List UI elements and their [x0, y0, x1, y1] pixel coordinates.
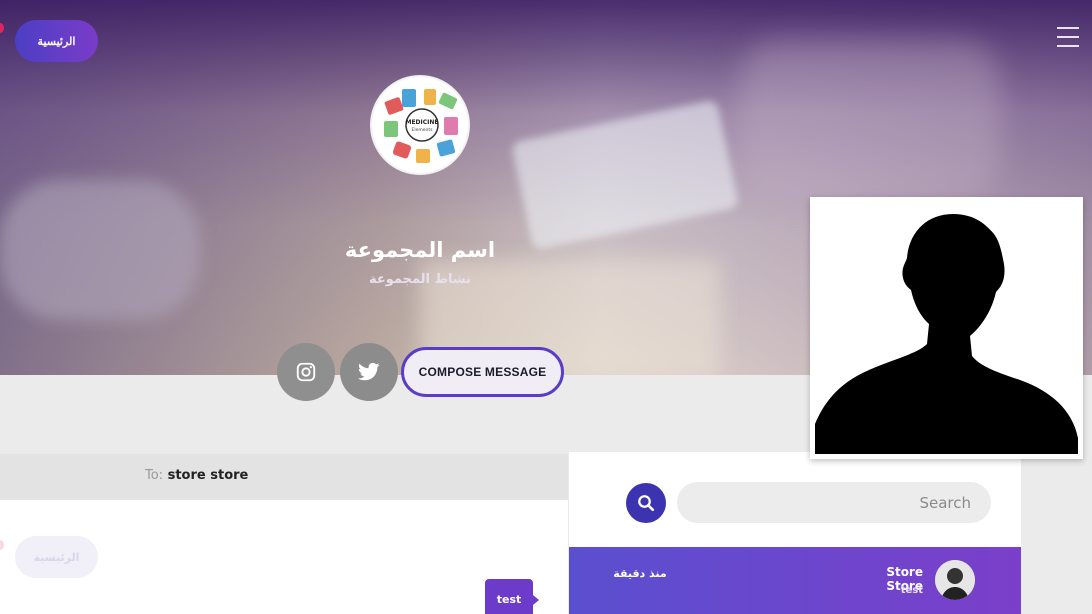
instagram-icon	[296, 362, 316, 382]
group-logo: MEDICINE Elements	[370, 75, 470, 175]
twitter-icon	[358, 362, 380, 381]
hamburger-icon[interactable]	[1057, 27, 1079, 47]
search-icon	[638, 495, 655, 512]
search-button[interactable]	[626, 483, 666, 523]
recipient-name: store store	[167, 468, 249, 483]
chat-header	[0, 454, 568, 500]
group-activity: نشاط المجموعة	[368, 272, 472, 287]
search-input[interactable]	[677, 482, 991, 523]
faded-home-button: الرئيسية	[15, 536, 98, 578]
chat-recipient: To: store store	[145, 468, 248, 483]
group-name: اسم المجموعة	[344, 238, 496, 262]
user-silhouette-icon	[815, 202, 1078, 454]
twitter-button[interactable]	[340, 343, 398, 401]
instagram-button[interactable]	[277, 343, 335, 401]
avatar	[935, 560, 975, 600]
contact-time: منذ دقيقة	[613, 567, 667, 580]
contact-last-message: test	[900, 585, 923, 596]
home-button[interactable]: الرئيسية	[15, 20, 98, 62]
to-label: To:	[145, 468, 164, 483]
logo-subtext: Elements	[412, 127, 434, 133]
logo-text: MEDICINE	[405, 119, 438, 126]
message-bubble: test	[485, 579, 539, 614]
compose-message-button[interactable]: COMPOSE MESSAGE	[401, 347, 564, 397]
profile-photo	[810, 197, 1083, 459]
